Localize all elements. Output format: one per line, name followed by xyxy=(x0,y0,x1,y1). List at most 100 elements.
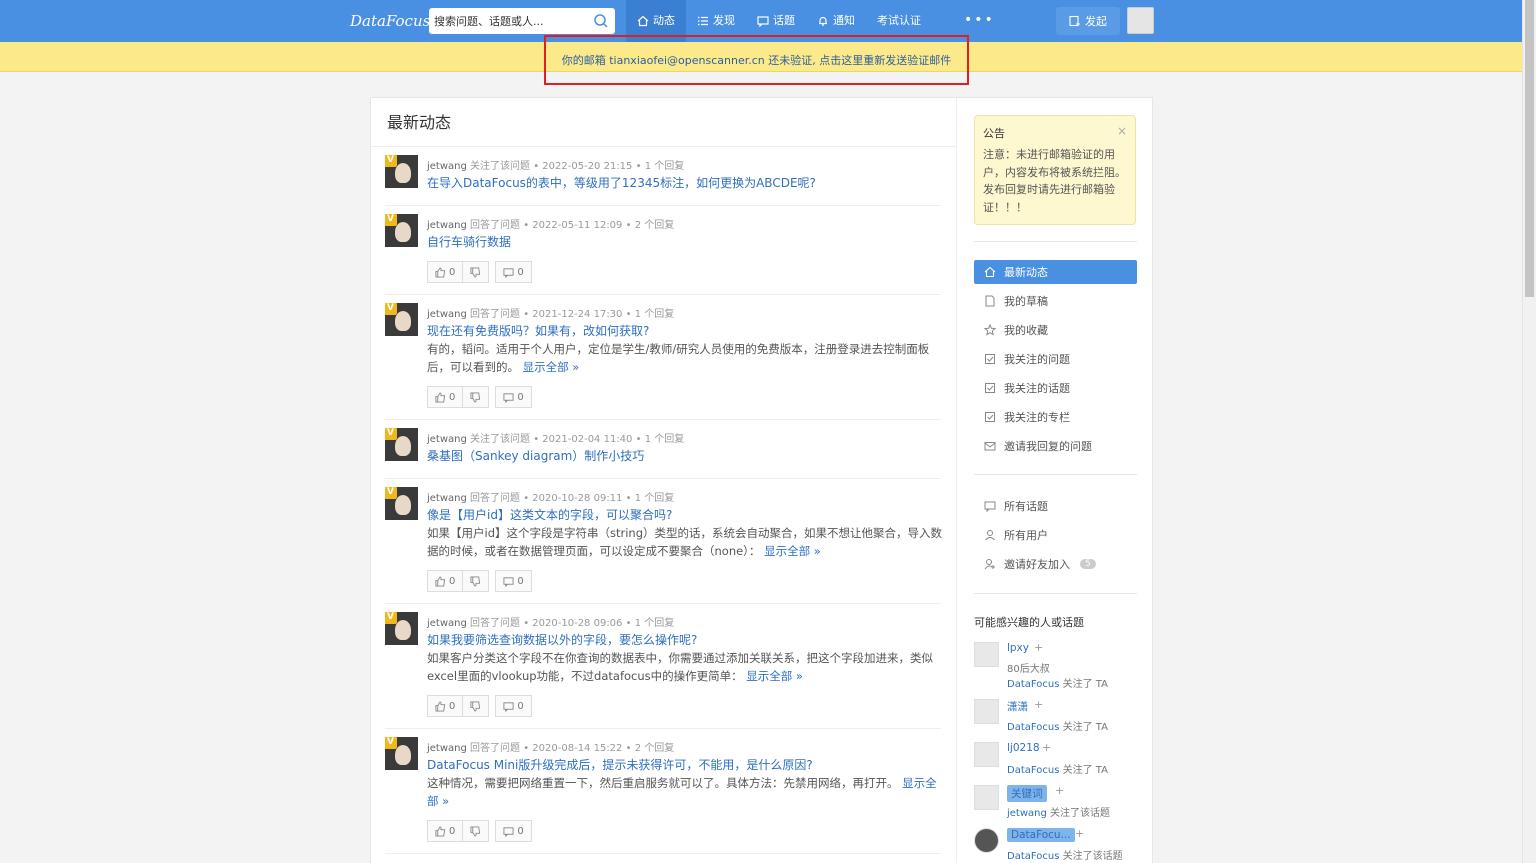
scrollbar[interactable] xyxy=(1522,0,1536,863)
avatar[interactable] xyxy=(974,742,999,767)
topic-icon[interactable] xyxy=(974,785,999,810)
like-button[interactable]: 0 xyxy=(427,261,464,283)
comment-button[interactable]: 0 xyxy=(495,570,532,592)
follow-plus-icon[interactable]: + xyxy=(1055,784,1064,797)
thumbs-down-icon xyxy=(470,391,481,403)
comment-button[interactable]: 0 xyxy=(495,261,532,283)
logo[interactable]: DataFocus xyxy=(350,12,430,30)
close-icon[interactable]: × xyxy=(1117,124,1127,138)
recommend-name[interactable]: lj0218 xyxy=(1007,742,1040,754)
sidebar-item-followed-columns[interactable]: 我关注的专栏 xyxy=(974,405,1137,429)
verified-badge-icon: V xyxy=(385,303,397,315)
item-title-link[interactable]: 如果我要筛选查询数据以外的字段，要怎么操作呢? xyxy=(427,631,697,648)
more-menu-icon[interactable]: ••• xyxy=(964,12,995,28)
add-user-icon xyxy=(984,559,995,570)
sidebar-item-all-users[interactable]: 所有用户 xyxy=(974,523,1137,547)
item-title-link[interactable]: 像是【用户id】这类文本的字段，可以聚合吗? xyxy=(427,506,672,523)
item-meta: jetwang 回答了问题 • 2020-10-28 09:11 • 1 个回复 xyxy=(427,493,675,504)
sidebar-item-latest[interactable]: 最新动态 xyxy=(974,260,1137,284)
like-button[interactable]: 0 xyxy=(427,570,464,592)
avatar[interactable]: V xyxy=(385,303,418,336)
verified-badge-icon: V xyxy=(385,612,397,624)
sidebar-item-followed-questions[interactable]: 我关注的问题 xyxy=(974,347,1137,371)
sidebar-item-invite-friends[interactable]: 邀请好友加入 5 xyxy=(974,552,1137,576)
item-title-link[interactable]: DataFocus Mini版升级完成后，提示未获得许可，不能用，是什么原因? xyxy=(427,756,813,773)
sidebar-item-favorites[interactable]: 我的收藏 xyxy=(974,318,1137,342)
avatar[interactable]: V xyxy=(385,737,418,770)
announcement-text: 注意：未进行邮箱验证的用户，内容发布将被系统拦阻。发布回复时请先进行邮箱验证！！… xyxy=(983,148,1126,214)
item-user[interactable]: jetwang xyxy=(427,743,467,754)
follow-plus-icon[interactable]: + xyxy=(1034,641,1043,654)
like-button[interactable]: 0 xyxy=(427,695,464,717)
item-meta: jetwang 回答了问题 • 2022-05-11 12:09 • 2 个回复 xyxy=(427,220,675,231)
avatar[interactable]: V xyxy=(385,214,418,247)
recommend-name[interactable]: 潇潇 xyxy=(1007,699,1028,714)
user-avatar[interactable] xyxy=(1127,7,1154,34)
verified-badge-icon: V xyxy=(385,487,397,499)
avatar[interactable]: V xyxy=(385,428,418,461)
dislike-button[interactable] xyxy=(463,261,490,283)
topic-logo-icon[interactable] xyxy=(974,828,999,853)
item-title-link[interactable]: 自行车骑行数据 xyxy=(427,233,511,250)
comment-button[interactable]: 0 xyxy=(495,695,532,717)
item-title-link[interactable]: 现在还有免费版吗？如果有，改如何获取? xyxy=(427,322,649,339)
recommend-topic-tag[interactable]: DataFocu... xyxy=(1007,828,1075,842)
comment-button[interactable]: 0 xyxy=(495,820,532,842)
follow-plus-icon[interactable]: + xyxy=(1075,827,1084,840)
avatar[interactable] xyxy=(974,699,999,724)
post-button[interactable]: 发起 xyxy=(1056,7,1120,35)
item-actions: 0 0 xyxy=(427,570,532,592)
item-user[interactable]: jetwang xyxy=(427,493,467,504)
dislike-button[interactable] xyxy=(463,570,490,592)
item-user[interactable]: jetwang xyxy=(427,434,467,445)
verified-badge-icon: V xyxy=(385,428,397,440)
sidebar-item-invited[interactable]: 邀请我回复的问题 xyxy=(974,434,1137,458)
show-all-link[interactable]: 显示全部 » xyxy=(764,544,821,558)
sidebar-item-followed-topics[interactable]: 我关注的话题 xyxy=(974,376,1137,400)
recommend-topic-tag[interactable]: 关键词 xyxy=(1007,785,1047,802)
item-title-link[interactable]: 在导入DataFocus的表中，等级用了12345标注，如何更换为ABCDE呢? xyxy=(427,174,816,191)
item-excerpt: 如果【用户id】这个字段是字符串（string）类型的话，系统会自动聚合，如果不… xyxy=(427,526,943,558)
draft-icon xyxy=(985,295,995,307)
list-item: V jetwang 回答了问题 • 2020-10-28 09:06 • 1 个… xyxy=(385,612,941,729)
item-user[interactable]: jetwang xyxy=(427,618,467,629)
avatar[interactable]: V xyxy=(385,155,418,188)
dislike-button[interactable] xyxy=(463,386,490,408)
email-verify-link[interactable]: 你的邮箱 tianxiaofei@openscanner.cn 还未验证, 点击… xyxy=(562,52,952,68)
item-user[interactable]: jetwang xyxy=(427,220,467,231)
item-user[interactable]: jetwang xyxy=(427,161,467,172)
avatar[interactable] xyxy=(974,642,999,667)
item-meta: jetwang 回答了问题 • 2021-12-24 17:30 • 1 个回复 xyxy=(427,309,675,320)
avatar[interactable]: V xyxy=(385,612,418,645)
item-title-link[interactable]: 桑基图（Sankey diagram）制作小技巧 xyxy=(427,447,644,464)
divider xyxy=(974,241,1137,242)
list-item: V jetwang 回答了问题 • 2021-12-24 17:30 • 1 个… xyxy=(385,303,941,420)
item-actions: 0 0 xyxy=(427,386,532,408)
follow-plus-icon[interactable]: + xyxy=(1042,741,1051,754)
dislike-button[interactable] xyxy=(463,695,490,717)
thumbs-up-icon xyxy=(435,266,446,278)
recommend-name[interactable]: lpxy xyxy=(1007,642,1029,654)
follow-plus-icon[interactable]: + xyxy=(1034,698,1043,711)
comment-button[interactable]: 0 xyxy=(495,386,532,408)
sidebar-item-all-topics[interactable]: 所有话题 xyxy=(974,494,1137,518)
search-icon[interactable] xyxy=(593,13,609,29)
show-all-link[interactable]: 显示全部 » xyxy=(523,360,580,374)
avatar[interactable]: V xyxy=(385,487,418,520)
search-input[interactable] xyxy=(429,8,589,34)
recommend-activity: jetwang 关注了该话题 xyxy=(1007,808,1111,819)
scrollbar-thumb[interactable] xyxy=(1525,0,1534,297)
verified-badge-icon: V xyxy=(385,155,397,167)
item-meta: jetwang 回答了问题 • 2020-08-14 15:22 • 2 个回复 xyxy=(427,743,675,754)
dislike-button[interactable] xyxy=(463,820,490,842)
show-all-link[interactable]: 显示全部 » xyxy=(746,669,803,683)
sidebar-item-drafts[interactable]: 我的草稿 xyxy=(974,289,1137,313)
item-user[interactable]: jetwang xyxy=(427,309,467,320)
recommend-desc: 80后大叔 xyxy=(1007,664,1050,675)
search-box[interactable] xyxy=(429,8,615,34)
like-button[interactable]: 0 xyxy=(427,386,464,408)
email-verify-notice[interactable]: 你的邮箱 tianxiaofei@openscanner.cn 还未验证, 点击… xyxy=(544,35,969,85)
like-button[interactable]: 0 xyxy=(427,820,464,842)
recommend-item: lpxy + 80后大叔 DataFocus 关注了 TA xyxy=(974,641,1137,692)
recommend-activity: DataFocus 关注了 TA xyxy=(1007,679,1108,690)
